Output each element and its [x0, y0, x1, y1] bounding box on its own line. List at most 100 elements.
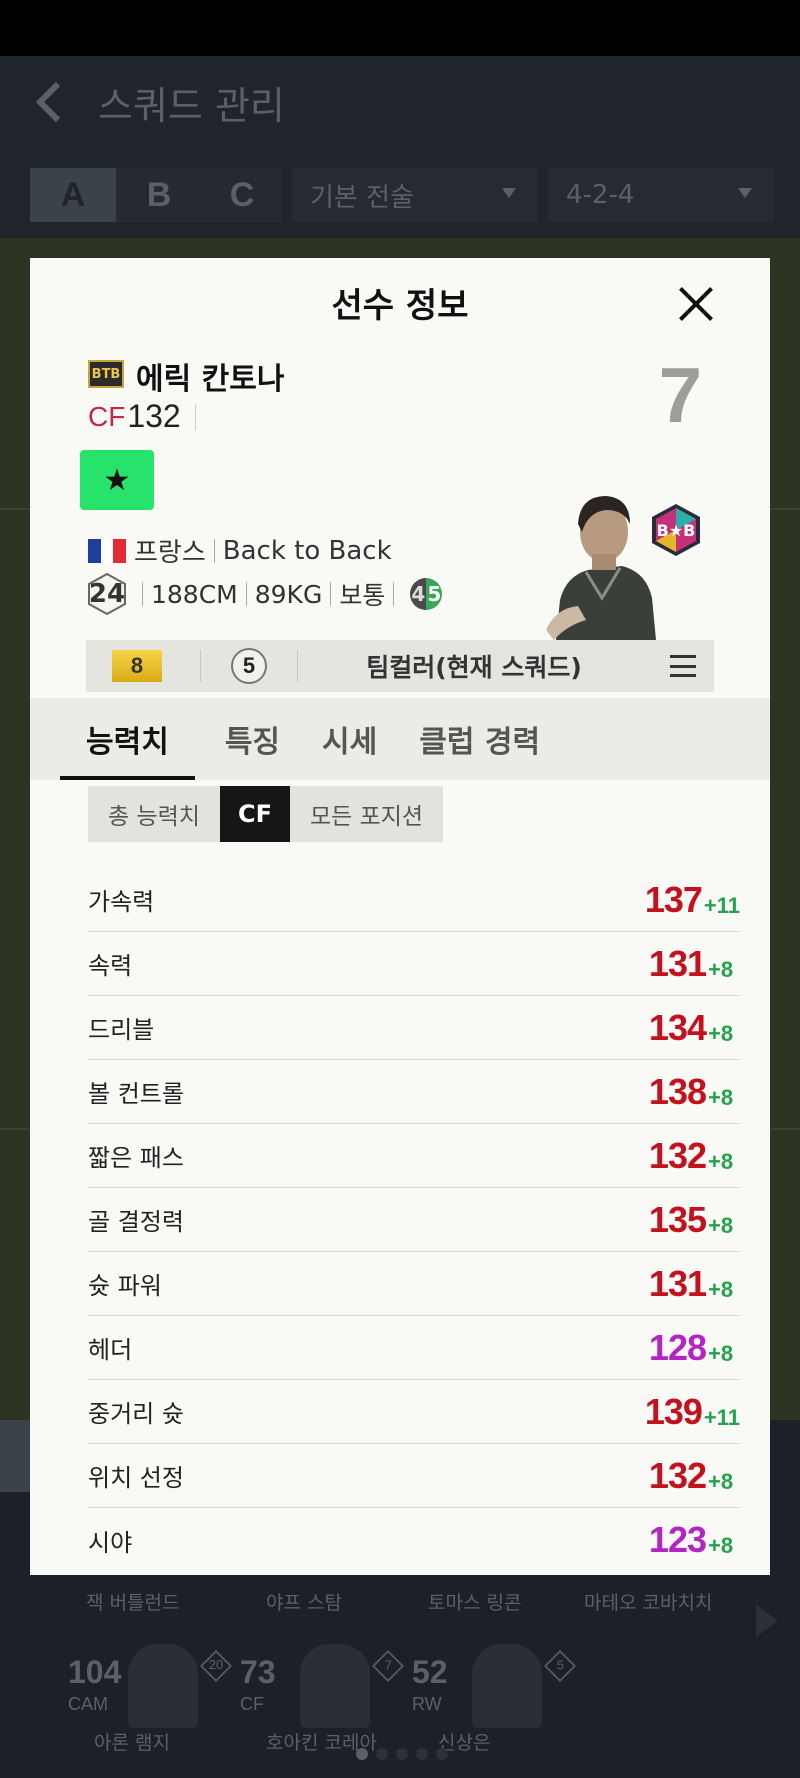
bench-player-name[interactable]: 야프 스탐	[266, 1588, 342, 1615]
stat-value-group: 134 +8	[649, 996, 740, 1060]
subtab-all-positions[interactable]: 모든 포지션	[289, 786, 444, 842]
level-value: 7	[384, 1658, 392, 1673]
bench-player-name[interactable]: 잭 버틀런드	[86, 1588, 179, 1615]
squad-tab-c[interactable]: C	[202, 168, 282, 222]
page-dot	[376, 1748, 388, 1760]
stat-value-group: 139 +11	[645, 1380, 740, 1444]
bench-player-pos: CF	[240, 1694, 264, 1714]
stat-row: 헤더 128 +8	[88, 1316, 740, 1380]
player-photo	[300, 1644, 370, 1728]
close-icon[interactable]	[676, 284, 716, 324]
stat-value-group: 135 +8	[649, 1188, 740, 1252]
bench-player-pos: RW	[412, 1694, 442, 1714]
stat-label: 드리블	[88, 1016, 155, 1044]
stat-value-group: 123 +8	[649, 1508, 740, 1572]
favorite-star-icon[interactable]: ★	[80, 450, 154, 510]
stat-value-group: 131 +8	[649, 1252, 740, 1316]
stat-list: 가속력 137 +11 속력 131 +8 드리블 134 +8 볼 컨트롤 138 +8 짧은 패스 1…	[88, 868, 740, 1572]
level-value: 5	[556, 1658, 564, 1673]
divider	[393, 582, 395, 606]
bench-player-ovr: 104	[68, 1654, 122, 1690]
subtab-position-cf[interactable]: CF	[219, 786, 290, 842]
divider	[330, 582, 332, 606]
stat-value: 128	[648, 1327, 707, 1368]
formation-dropdown-label: 4-2-4	[566, 180, 635, 210]
stat-row: 슛 파워 131 +8	[88, 1252, 740, 1316]
strong-foot-value: 5	[426, 578, 443, 610]
player-photo	[472, 1644, 542, 1728]
stat-value: 134	[648, 1007, 707, 1048]
squad-tab-a[interactable]: A	[30, 168, 116, 222]
bench-player-name[interactable]: 토마스 링콘	[428, 1588, 521, 1615]
stat-bonus: +8	[708, 1341, 734, 1366]
modal-title: 선수 정보	[331, 286, 469, 326]
stat-label: 위치 선정	[88, 1464, 184, 1492]
stat-value: 131	[648, 1263, 707, 1304]
stat-value-group: 128 +8	[649, 1316, 740, 1380]
season-name: Back to Back	[222, 535, 392, 566]
team-color-count: 5	[231, 648, 267, 684]
stat-row: 시야 123 +8	[88, 1508, 740, 1572]
page-indicator	[356, 1748, 448, 1760]
player-photo	[128, 1644, 198, 1728]
back-arrow-icon[interactable]	[34, 81, 74, 123]
tactic-dropdown-label: 기본 전술	[310, 182, 414, 213]
squad-toolbar: A B C 기본 전술 4-2-4	[0, 148, 800, 238]
tab-club-history[interactable]: 클럽 경력	[419, 698, 540, 780]
tab-stats[interactable]: 능력치	[60, 698, 195, 780]
team-color-label[interactable]: 팀컬러(현재 스쿼드)	[278, 648, 670, 684]
next-page-arrow-icon[interactable]	[756, 1605, 778, 1637]
stat-bonus: +11	[703, 893, 740, 918]
tactic-dropdown[interactable]: 기본 전술	[292, 168, 538, 222]
bench-player-name: 아론 램지	[94, 1732, 170, 1754]
bench-tab[interactable]	[0, 1420, 30, 1492]
page-title: 스쿼드 관리	[98, 83, 285, 128]
app-header: 스쿼드 관리	[0, 56, 800, 148]
bench-player-ovr: 73	[240, 1654, 276, 1690]
stat-label: 시야	[88, 1528, 133, 1557]
info-tabs: 능력치 특징 시세 클럽 경력	[30, 698, 770, 780]
squad-tab-b[interactable]: B	[116, 168, 202, 222]
page-dot	[396, 1748, 408, 1760]
foot-rating-badge: 4 5	[410, 578, 443, 610]
stat-label: 중거리 슛	[88, 1400, 184, 1428]
bench-player-card[interactable]: 73 CF 7 호아킨 코레아	[240, 1644, 410, 1760]
level-badge: 5	[544, 1650, 576, 1682]
bench-player-ovr: 52	[412, 1654, 448, 1690]
page-dot	[416, 1748, 428, 1760]
player-info-modal: 선수 정보 BTB 에릭 칸토나 7 CF 132 ★ 프랑스 Back to …	[30, 258, 770, 1575]
svg-text:B★B: B★B	[657, 521, 696, 540]
tab-traits[interactable]: 특징	[225, 698, 280, 780]
stat-value-group: 138 +8	[649, 1060, 740, 1124]
stat-label: 가속력	[88, 888, 155, 916]
status-bar	[0, 0, 800, 56]
nationality-row: 프랑스 Back to Back	[88, 532, 392, 569]
bench-player-name[interactable]: 마테오 코바치치	[584, 1588, 712, 1615]
bench-player-card[interactable]: 104 CAM 20 아론 램지	[68, 1644, 238, 1760]
player-name: 에릭 칸토나	[136, 362, 285, 397]
team-color-bar: 8 5 팀컬러(현재 스쿼드)	[86, 640, 714, 692]
bench-player-card[interactable]: 52 RW 5 신상은	[412, 1644, 582, 1760]
page-dot	[436, 1748, 448, 1760]
bench-player-pos: CAM	[68, 1694, 108, 1714]
formation-dropdown[interactable]: 4-2-4	[548, 168, 774, 222]
bench-names-row: 잭 버틀런드 야프 스탐 토마스 링콘 마테오 코바치치	[0, 1588, 800, 1618]
stat-value-group: 132 +8	[649, 1444, 740, 1508]
level-value: 20	[208, 1658, 224, 1673]
stat-value: 131	[648, 943, 707, 984]
weight-value: 89KG	[254, 579, 323, 609]
stat-bonus: +8	[708, 1149, 734, 1174]
subtab-total-stats[interactable]: 총 능력치	[88, 786, 220, 842]
season-badge-icon: BTB	[88, 360, 124, 388]
menu-icon[interactable]	[670, 655, 696, 677]
level-badge: 20	[200, 1650, 232, 1682]
weak-foot-value: 4	[410, 578, 427, 610]
stat-row: 속력 131 +8	[88, 932, 740, 996]
divider	[142, 582, 143, 606]
age-badge: 24	[86, 572, 128, 616]
divider	[200, 650, 201, 682]
tab-price[interactable]: 시세	[322, 698, 377, 780]
stat-row: 짧은 패스 132 +8	[88, 1124, 740, 1188]
stat-bonus: +8	[708, 1085, 734, 1110]
stat-value: 137	[644, 879, 703, 920]
